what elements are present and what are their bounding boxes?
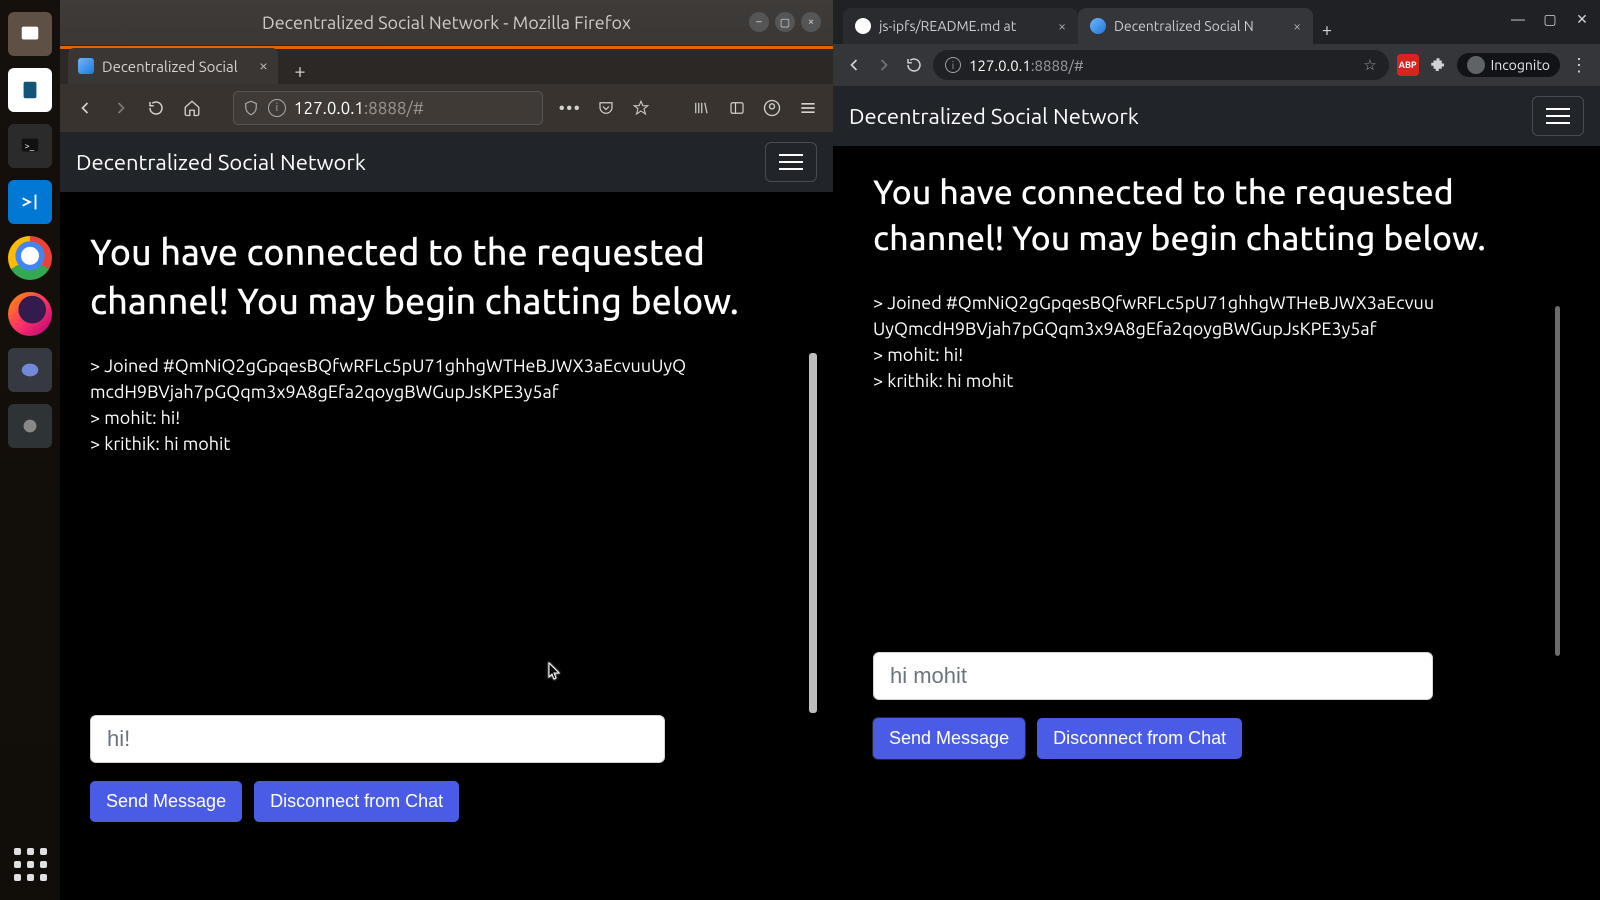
chat-log: > Joined #QmNiQ2gGpqesBQfwRFLc5pU71ghhgW… xyxy=(873,290,1443,640)
firefox-toolbar: i 127.0.0.1:8888/# ••• xyxy=(60,84,833,132)
window-close-button[interactable]: ✕ xyxy=(1574,11,1590,27)
reload-button[interactable] xyxy=(903,54,925,76)
app-brand[interactable]: Decentralized Social Network xyxy=(76,150,366,175)
log-line: > mohit: hi! xyxy=(90,405,690,431)
firefox-titlebar: Decentralized Social Network - Mozilla F… xyxy=(60,0,833,46)
dock-terminal-icon[interactable]: >_ xyxy=(8,124,52,168)
tab-label: js-ipfs/README.md at xyxy=(879,18,1016,34)
chrome-new-tab-button[interactable]: + xyxy=(1313,16,1341,44)
url-rest: :8888/# xyxy=(1031,57,1084,74)
tab-close-icon[interactable]: × xyxy=(1058,18,1066,34)
shield-icon xyxy=(242,99,260,117)
chrome-tab-active[interactable]: Decentralized Social N × xyxy=(1078,8,1313,44)
firefox-address-bar[interactable]: i 127.0.0.1:8888/# xyxy=(233,91,543,125)
tab-favicon-github-icon xyxy=(855,18,871,34)
log-line: > krithik: hi mohit xyxy=(90,431,690,457)
tab-label: Decentralized Social xyxy=(102,58,238,75)
navbar-hamburger-button[interactable] xyxy=(765,142,817,182)
message-input[interactable] xyxy=(90,715,665,763)
dock-firefox-icon[interactable] xyxy=(8,292,52,336)
extensions-puzzle-icon[interactable] xyxy=(1427,54,1449,76)
chrome-window: js-ipfs/README.md at × Decentralized Soc… xyxy=(833,0,1600,900)
chrome-tab-inactive[interactable]: js-ipfs/README.md at × xyxy=(843,8,1078,44)
url-rest: :8888/# xyxy=(364,99,424,118)
firefox-tabbar: Decentralized Social × + xyxy=(60,46,833,84)
window-minimize-button[interactable]: – xyxy=(749,12,769,32)
disconnect-button[interactable]: Disconnect from Chat xyxy=(254,781,459,822)
tab-close-icon[interactable]: × xyxy=(1293,18,1301,34)
tab-favicon-icon xyxy=(78,58,94,74)
send-message-button[interactable]: Send Message xyxy=(90,781,242,822)
chrome-menu-icon[interactable]: ⋮ xyxy=(1568,54,1590,76)
library-icon[interactable] xyxy=(686,93,716,123)
svg-text:>_: >_ xyxy=(25,140,35,151)
dock-discord-icon[interactable] xyxy=(8,348,52,392)
dock-writer-icon[interactable] xyxy=(8,68,52,112)
home-button[interactable] xyxy=(177,93,207,123)
url-host: 127.0.0.1 xyxy=(294,99,364,118)
app-navbar: Decentralized Social Network xyxy=(833,86,1600,146)
tab-label: Decentralized Social N xyxy=(1114,18,1254,34)
dock-tool-icon[interactable] xyxy=(8,404,52,448)
url-host: 127.0.0.1 xyxy=(969,57,1031,74)
dock-files-icon[interactable] xyxy=(8,12,52,56)
log-line: > krithik: hi mohit xyxy=(873,368,1443,394)
message-input[interactable] xyxy=(873,652,1433,700)
firefox-page: Decentralized Social Network You have co… xyxy=(60,132,833,900)
chrome-page: Decentralized Social Network You have co… xyxy=(833,86,1600,900)
back-button[interactable] xyxy=(70,93,100,123)
send-message-button[interactable]: Send Message xyxy=(873,718,1025,759)
firefox-menu-icon[interactable] xyxy=(793,93,823,123)
firefox-tab-active[interactable]: Decentralized Social × xyxy=(68,48,278,84)
window-maximize-button[interactable]: ▢ xyxy=(1542,11,1558,27)
window-close-button[interactable]: × xyxy=(801,12,821,32)
navbar-hamburger-button[interactable] xyxy=(1532,96,1584,136)
tab-close-icon[interactable]: × xyxy=(259,57,268,75)
chat-log: > Joined #QmNiQ2gGpqesBQfwRFLc5pU71ghhgW… xyxy=(90,353,690,703)
page-headline: You have connected to the requested chan… xyxy=(873,170,1560,262)
dock-apps-grid-icon[interactable] xyxy=(8,842,52,886)
page-headline: You have connected to the requested chan… xyxy=(90,228,803,325)
bookmark-star-icon[interactable]: ☆ xyxy=(1363,56,1376,74)
chat-scrollbar[interactable] xyxy=(1555,306,1560,656)
forward-button[interactable] xyxy=(106,93,136,123)
chrome-toolbar: i 127.0.0.1:8888/# ☆ ABP Incognito ⋮ xyxy=(833,44,1600,86)
incognito-badge: Incognito xyxy=(1457,53,1560,77)
reload-button[interactable] xyxy=(142,93,172,123)
dock-chrome-icon[interactable] xyxy=(8,236,52,280)
incognito-label: Incognito xyxy=(1491,57,1550,73)
chat-scrollbar[interactable] xyxy=(809,353,817,713)
window-minimize-button[interactable]: — xyxy=(1510,11,1526,27)
desktop-dock: >_ xyxy=(0,0,60,900)
app-navbar: Decentralized Social Network xyxy=(60,132,833,192)
app-brand[interactable]: Decentralized Social Network xyxy=(849,104,1139,129)
disconnect-button[interactable]: Disconnect from Chat xyxy=(1037,718,1242,759)
back-button[interactable] xyxy=(843,54,865,76)
dock-vscode-icon[interactable] xyxy=(8,180,52,224)
chrome-tabbar: js-ipfs/README.md at × Decentralized Soc… xyxy=(833,0,1600,44)
log-line: > mohit: hi! xyxy=(873,342,1443,368)
incognito-mask-icon xyxy=(1467,56,1485,74)
adblock-extension-icon[interactable]: ABP xyxy=(1397,54,1419,76)
sidebar-icon[interactable] xyxy=(722,93,752,123)
firefox-window: Decentralized Social Network - Mozilla F… xyxy=(60,0,833,900)
pocket-icon[interactable] xyxy=(591,93,621,123)
forward-button[interactable] xyxy=(873,54,895,76)
log-line: > Joined #QmNiQ2gGpqesBQfwRFLc5pU71ghhgW… xyxy=(90,353,690,405)
site-info-icon[interactable]: i xyxy=(945,57,961,73)
bookmark-star-icon[interactable] xyxy=(626,93,656,123)
site-info-icon[interactable]: i xyxy=(268,99,286,117)
firefox-new-tab-button[interactable]: + xyxy=(286,56,314,84)
tab-favicon-app-icon xyxy=(1090,18,1106,34)
window-maximize-button[interactable]: ▢ xyxy=(775,12,795,32)
chrome-address-bar[interactable]: i 127.0.0.1:8888/# ☆ xyxy=(933,50,1389,80)
page-actions-icon[interactable]: ••• xyxy=(555,93,585,123)
account-icon[interactable] xyxy=(757,93,787,123)
window-title: Decentralized Social Network - Mozilla F… xyxy=(262,13,631,33)
log-line: > Joined #QmNiQ2gGpqesBQfwRFLc5pU71ghhgW… xyxy=(873,290,1443,342)
